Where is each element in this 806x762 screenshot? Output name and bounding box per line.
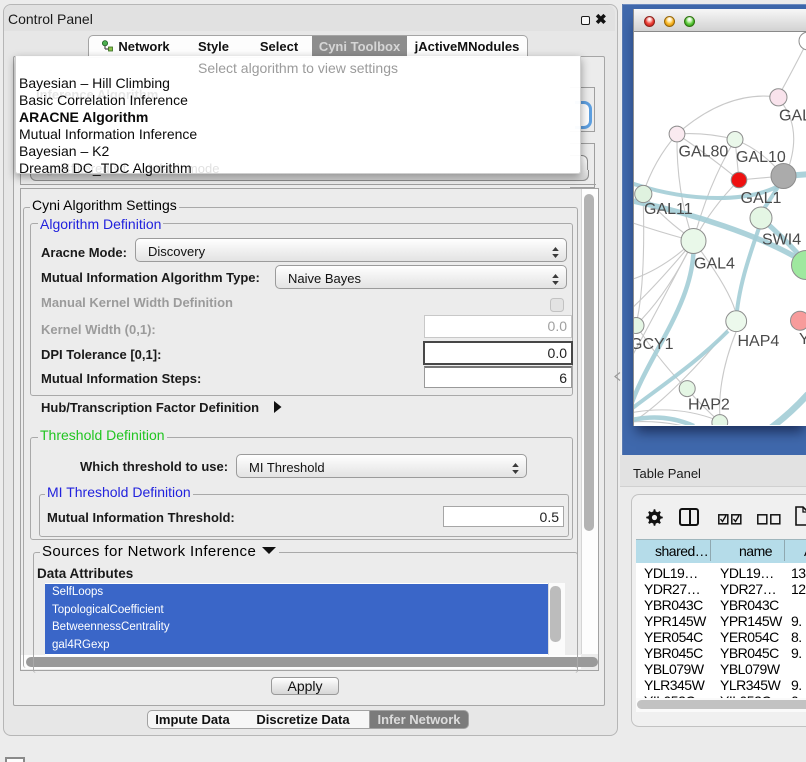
svg-text:SWI4: SWI4	[762, 232, 801, 249]
svg-text:HAP2: HAP2	[688, 397, 730, 414]
svg-text:Y: Y	[799, 331, 806, 348]
svg-text:GAL2: GAL2	[779, 108, 806, 125]
svg-text:GAL80: GAL80	[679, 144, 729, 161]
svg-text:HAP4: HAP4	[738, 333, 780, 350]
svg-text:GAL4: GAL4	[694, 256, 735, 273]
svg-text:GAL10: GAL10	[736, 149, 786, 166]
svg-text:GAL11: GAL11	[644, 201, 693, 218]
svg-text:GCY1: GCY1	[634, 336, 674, 353]
svg-text:GAL1: GAL1	[741, 190, 782, 207]
